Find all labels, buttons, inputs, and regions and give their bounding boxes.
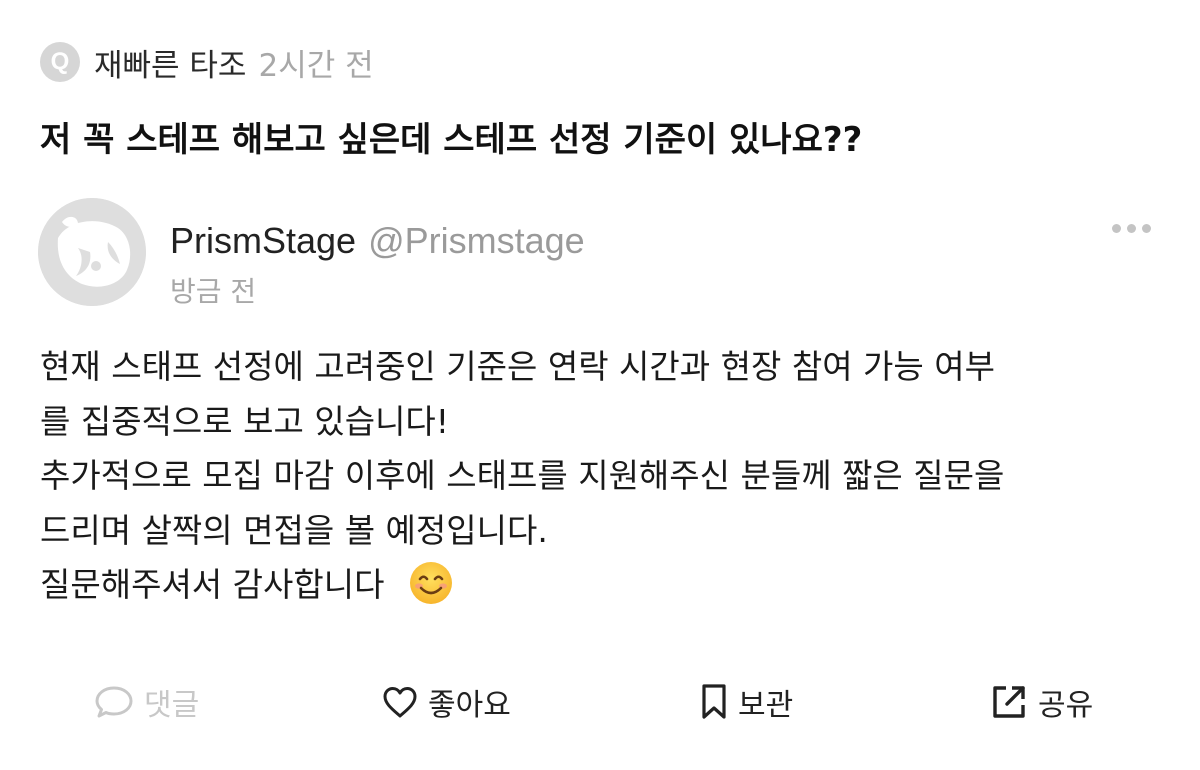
answer-line: 현재 스태프 선정에 고려중인 기준은 연락 시간과 현장 참여 가능 여부 bbox=[40, 347, 995, 386]
bookmark-icon bbox=[702, 684, 726, 719]
answer-last-line: 질문해주셔서 감사합니다 bbox=[40, 558, 1170, 613]
question-header: Q 재빠른 타조 2시간 전 bbox=[40, 40, 374, 84]
share-button[interactable]: 공유 bbox=[990, 672, 1093, 732]
action-bar: 댓글 좋아요 보관 공유 bbox=[0, 672, 1200, 732]
more-options-button[interactable] bbox=[1108, 220, 1155, 237]
share-icon bbox=[993, 686, 1025, 718]
author-name[interactable]: PrismStage bbox=[170, 220, 356, 262]
like-button[interactable]: 좋아요 bbox=[382, 672, 511, 732]
answer-body: 현재 스태프 선정에 고려중인 기준은 연락 시간과 현장 참여 가능 여부 를… bbox=[40, 340, 1170, 613]
qa-card: Q 재빠른 타조 2시간 전 저 꼭 스테프 해보고 싶은데 스테프 선정 기준… bbox=[0, 0, 1200, 770]
answer-line: 를 집중적으로 보고 있습니다! bbox=[40, 401, 450, 441]
comment-label: 댓글 bbox=[144, 688, 200, 723]
answer-author: PrismStage @Prismstage bbox=[170, 220, 585, 262]
question-timestamp: 2시간 전 bbox=[258, 47, 374, 84]
speech-bubble-icon bbox=[95, 686, 133, 718]
author-handle[interactable]: @Prismstage bbox=[368, 220, 585, 262]
save-label: 보관 bbox=[738, 688, 794, 723]
save-button[interactable]: 보관 bbox=[700, 672, 793, 732]
question-badge: Q bbox=[40, 42, 80, 82]
like-label: 좋아요 bbox=[428, 688, 511, 723]
heart-icon bbox=[383, 687, 417, 718]
smiling-face-icon bbox=[409, 561, 452, 604]
answer-line: 질문해주셔서 감사합니다 bbox=[40, 565, 385, 604]
asker-name[interactable]: 재빠른 타조 bbox=[94, 40, 246, 85]
share-label: 공유 bbox=[1038, 688, 1094, 723]
comment-button[interactable]: 댓글 bbox=[94, 672, 199, 732]
answer-line: 추가적으로 모집 마감 이후에 스태프를 지원해주신 분들께 짧은 질문을 bbox=[40, 456, 1005, 495]
avatar[interactable] bbox=[38, 198, 146, 306]
more-dots-icon bbox=[1112, 224, 1121, 233]
panda-avatar-icon bbox=[38, 198, 146, 306]
answer-timestamp: 방금 전 bbox=[170, 275, 257, 308]
question-text: 저 꼭 스테프 해보고 싶은데 스테프 선정 기준이 있나요?? bbox=[40, 120, 863, 160]
answer-line: 드리며 살짝의 면접을 볼 예정입니다. bbox=[40, 510, 548, 550]
